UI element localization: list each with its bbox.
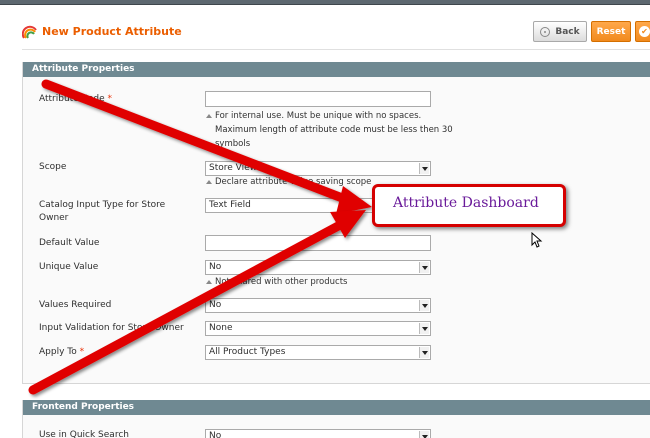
values-required-select-value: No	[209, 300, 222, 310]
save-attribute-button[interactable]: ✔	[635, 21, 650, 42]
page-title: New Product Attribute	[42, 25, 182, 38]
input-validation-label: Input Validation for Store Owner	[39, 323, 184, 333]
unique-value-select[interactable]: No	[205, 260, 431, 275]
chevron-down-icon	[419, 323, 429, 334]
header-divider	[22, 49, 650, 50]
chevron-down-icon	[419, 431, 429, 438]
attribute-code-input[interactable]	[205, 91, 431, 107]
catalog-input-type-value: Text Field	[209, 200, 251, 210]
back-button-label: Back	[555, 26, 580, 37]
attribute-code-note-line3: symbols	[215, 139, 251, 149]
back-icon	[540, 26, 551, 37]
input-validation-select-value: None	[209, 323, 233, 333]
attribute-dashboard-callout: Attribute Dashboard	[372, 184, 566, 227]
values-required-select[interactable]: No	[205, 298, 431, 313]
check-icon: ✔	[639, 26, 650, 37]
attribute-code-label: Attribute Code *	[39, 94, 113, 104]
chevron-down-icon	[419, 347, 429, 358]
quick-search-select-value: No	[209, 431, 222, 438]
attribute-code-note: For internal use. Must be unique with no…	[206, 109, 421, 123]
attribute-code-note-line2: Maximum length of attribute code must be…	[215, 125, 453, 135]
chevron-down-icon	[419, 300, 429, 311]
required-mark: *	[107, 94, 113, 104]
default-value-input[interactable]	[205, 235, 431, 251]
back-button[interactable]: Back	[533, 21, 587, 42]
quick-search-select[interactable]: No	[205, 429, 431, 438]
scope-note: Declare attribute value saving scope	[206, 175, 371, 189]
chevron-down-icon	[419, 163, 429, 174]
scope-label: Scope	[39, 162, 67, 172]
scope-select[interactable]: Store View	[205, 161, 431, 176]
apply-to-select-value: All Product Types	[209, 347, 286, 357]
page-header: New Product Attribute Back Reset ✔	[0, 5, 650, 50]
input-validation-select[interactable]: None	[205, 321, 431, 336]
scope-select-value: Store View	[209, 163, 258, 173]
values-required-label: Values Required	[39, 300, 112, 310]
unique-value-select-value: No	[209, 262, 222, 272]
callout-text: Attribute Dashboard	[393, 195, 539, 211]
chevron-down-icon	[419, 262, 429, 273]
quick-search-label: Use in Quick Search	[39, 430, 129, 438]
reset-button[interactable]: Reset	[591, 21, 631, 42]
apply-to-select[interactable]: All Product Types	[205, 345, 431, 360]
unique-value-label: Unique Value	[39, 262, 99, 272]
frontend-properties-heading: Frontend Properties	[23, 400, 650, 415]
default-value-label: Default Value	[39, 238, 100, 248]
unique-value-note: Not shared with other products	[206, 275, 347, 289]
apply-to-label: Apply To *	[39, 347, 85, 357]
attribute-properties-heading: Attribute Properties	[23, 62, 650, 77]
rainbow-icon	[22, 25, 37, 39]
required-mark: *	[79, 347, 85, 357]
reset-button-label: Reset	[596, 26, 626, 37]
catalog-input-type-label: Catalog Input Type for Store Owner	[39, 200, 166, 223]
mouse-cursor-icon	[531, 232, 543, 248]
